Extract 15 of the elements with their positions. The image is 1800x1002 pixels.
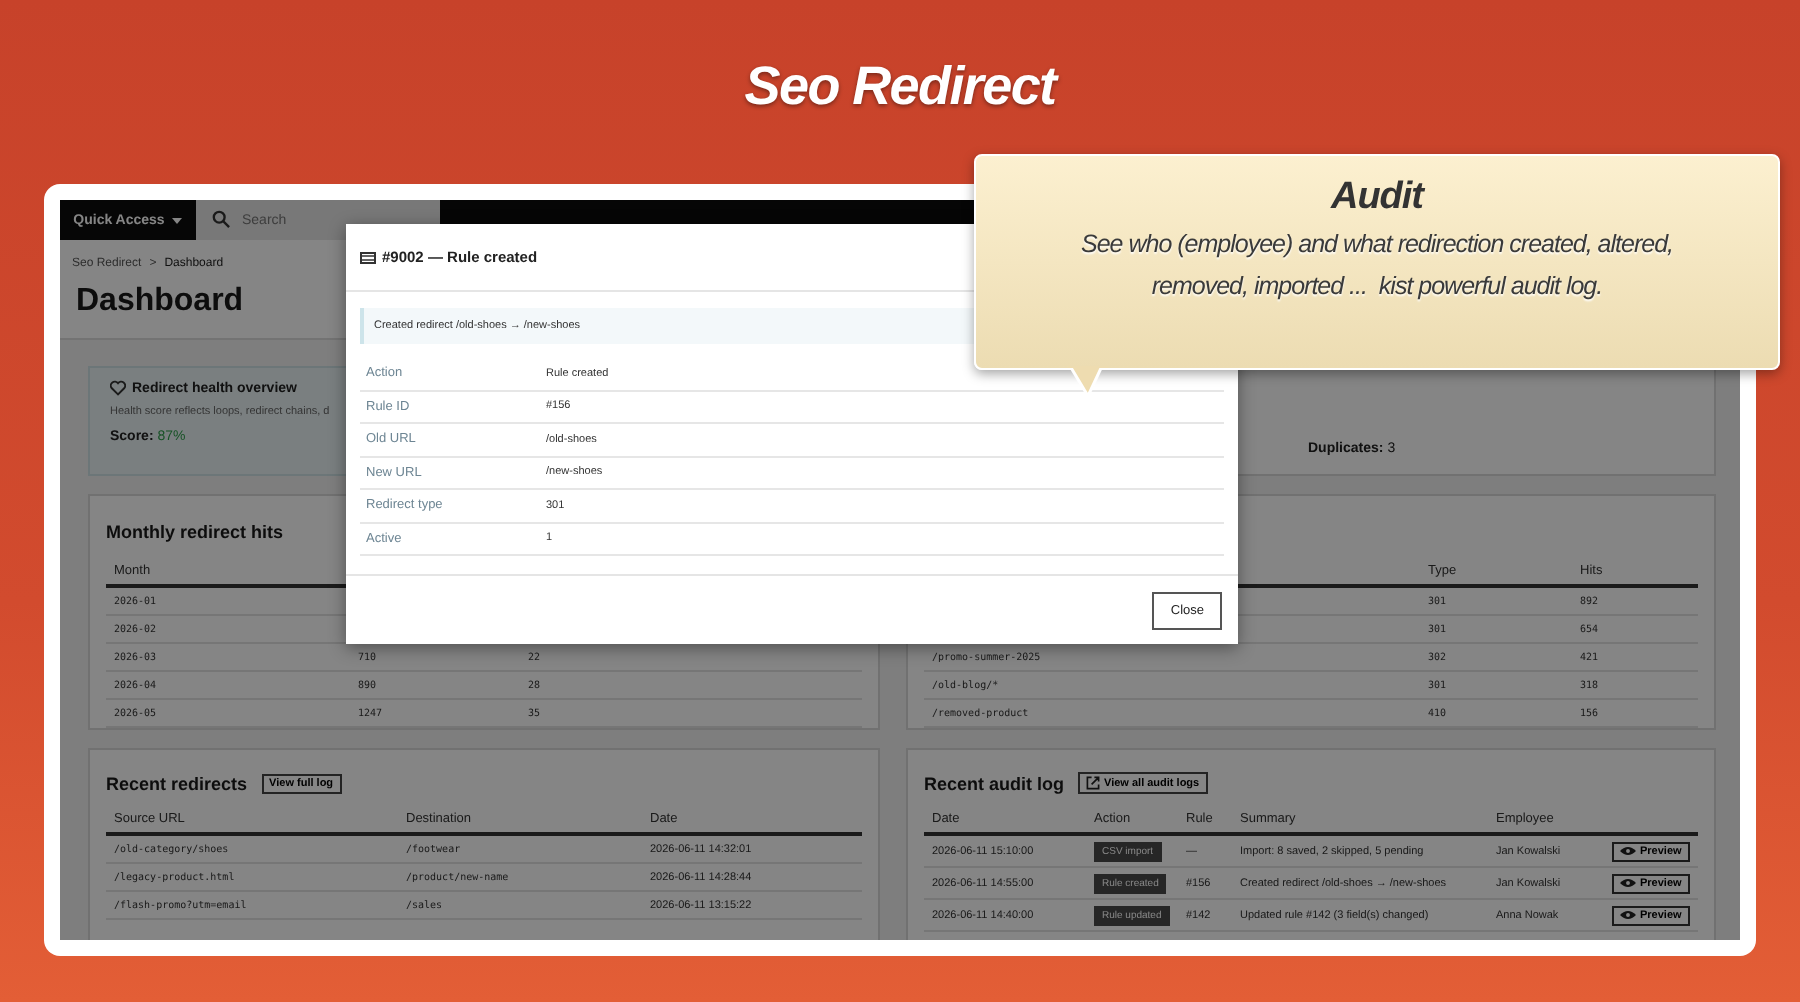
callout-title: Audit: [1328, 176, 1427, 220]
table-icon: [360, 251, 376, 263]
eye-icon: [1620, 910, 1636, 920]
heart-icon: [110, 380, 126, 396]
caret-icon: [172, 217, 183, 223]
eye-icon: [1620, 846, 1636, 856]
eye-icon: [1620, 878, 1636, 888]
callout-text: See who (employee) and what redirection created, altered, removed, imported ... kist powerful audit log.: [1079, 228, 1675, 305]
card-title: Monthly redirect hits: [106, 522, 284, 542]
search-icon: [212, 210, 230, 228]
page-heading: Dashboard: [76, 284, 244, 320]
page-title: Seo Redirect: [744, 56, 1056, 118]
card-title: Recent redirects: [106, 773, 248, 793]
external-link-icon: [1086, 776, 1101, 790]
card-title: Recent audit log: [924, 773, 1065, 793]
